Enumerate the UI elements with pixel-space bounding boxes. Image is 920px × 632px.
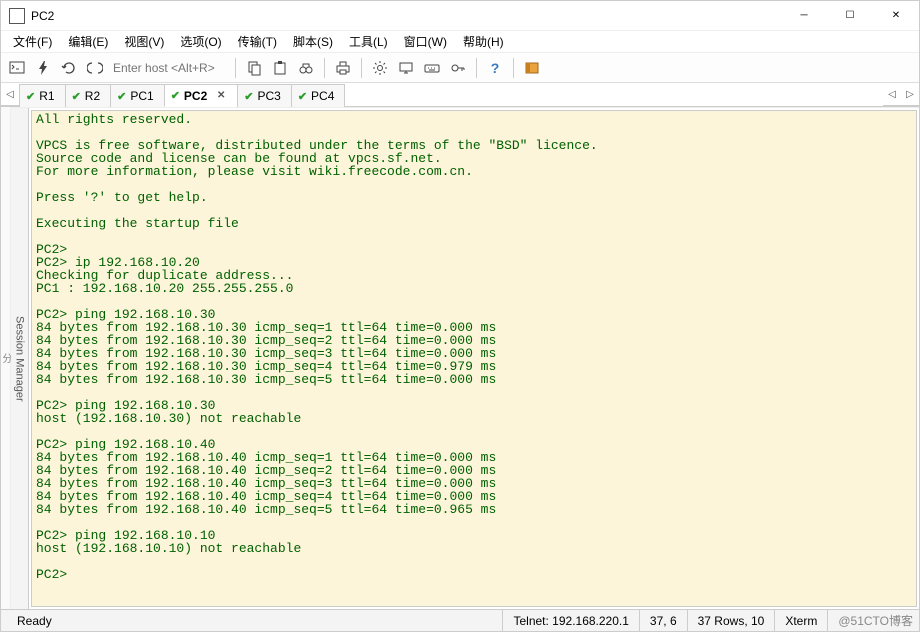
app-icon [9,8,25,24]
menu-transfer[interactable]: 传输(T) [230,31,285,52]
key-button[interactable] [446,56,470,80]
keymap-button[interactable] [420,56,444,80]
tab-close-button[interactable]: ✕ [215,90,227,102]
keyboard-icon [424,60,440,76]
find-button[interactable] [294,56,318,80]
panel-icon [524,60,540,76]
tab-scroll-left[interactable]: ◁ [1,83,19,106]
check-icon: ✔ [117,90,126,103]
tabs-row: ◁ ✔ R1 ✔ R2 ✔ PC1 ✔ PC2 ✕ ✔ PC3 ✔ PC4 ◁ … [1,83,919,107]
tab-label: PC4 [311,89,334,103]
reconnect-button[interactable] [57,56,81,80]
status-cursor: 37, 6 [640,610,688,631]
tab-label: R1 [39,89,54,103]
menu-tools[interactable]: 工具(L) [341,31,396,52]
lightning-icon [35,60,51,76]
terminal-icon [9,60,25,76]
disconnect-icon [87,60,103,76]
menu-view[interactable]: 视图(V) [116,31,172,52]
quick-connect-button[interactable] [31,56,55,80]
tabs-container: ✔ R1 ✔ R2 ✔ PC1 ✔ PC2 ✕ ✔ PC3 ✔ PC4 [19,83,883,106]
tab-label: PC2 [184,89,207,103]
statusbar: Ready Telnet: 192.168.220.1 37, 6 37 Row… [1,609,919,631]
refresh-icon [61,60,77,76]
session-options-button[interactable] [394,56,418,80]
tab-label: PC1 [130,89,153,103]
maximize-button[interactable]: ☐ [827,1,873,31]
status-mode: Xterm [775,610,828,631]
host-input[interactable] [109,58,229,78]
left-gutter: 分 [1,107,11,609]
menu-edit[interactable]: 编辑(E) [60,31,116,52]
tab-r2[interactable]: ✔ R2 [65,84,112,107]
toggle-button[interactable] [520,56,544,80]
terminal-output[interactable]: All rights reserved. VPCS is free softwa… [32,111,916,583]
menu-window[interactable]: 窗口(W) [396,31,455,52]
menu-file[interactable]: 文件(F) [5,31,60,52]
tab-label: R2 [85,89,100,103]
tab-scroll-left-2[interactable]: ◁ [883,83,901,106]
tab-pc4[interactable]: ✔ PC4 [291,84,346,107]
check-icon: ✔ [244,90,253,103]
status-ready: Ready [7,610,503,631]
tab-pc3[interactable]: ✔ PC3 [237,84,292,107]
check-icon: ✔ [26,90,35,103]
tab-scroll-right[interactable]: ▷ [901,83,919,106]
tab-r1[interactable]: ✔ R1 [19,84,66,107]
terminal-pane[interactable]: All rights reserved. VPCS is free softwa… [31,110,917,607]
close-button[interactable]: ✕ [873,1,919,31]
window-title: PC2 [31,9,54,23]
copy-button[interactable] [242,56,266,80]
check-icon: ✔ [171,89,180,102]
check-icon: ✔ [72,90,81,103]
toolbar: ? [1,53,919,83]
print-button[interactable] [331,56,355,80]
connect-button[interactable] [5,56,29,80]
gear-icon [372,60,388,76]
printer-icon [335,60,351,76]
menu-help[interactable]: 帮助(H) [455,31,512,52]
menubar: 文件(F) 编辑(E) 视图(V) 选项(O) 传输(T) 脚本(S) 工具(L… [1,31,919,53]
help-button[interactable]: ? [483,56,507,80]
paste-icon [272,60,288,76]
minimize-button[interactable]: ─ [781,1,827,31]
menu-script[interactable]: 脚本(S) [285,31,341,52]
copy-icon [246,60,262,76]
status-size: 37 Rows, 10 [688,610,776,631]
binoculars-icon [298,60,314,76]
key-icon [450,60,466,76]
properties-button[interactable] [368,56,392,80]
disconnect-button[interactable] [83,56,107,80]
check-icon: ✔ [298,90,307,103]
menu-options[interactable]: 选项(O) [172,31,229,52]
tab-pc2[interactable]: ✔ PC2 ✕ [164,84,239,107]
paste-button[interactable] [268,56,292,80]
titlebar: PC2 ─ ☐ ✕ [1,1,919,31]
tab-label: PC3 [257,89,280,103]
main-area: Session Manager All rights reserved. VPC… [11,107,919,609]
session-manager-tab[interactable]: Session Manager [11,108,29,609]
screen-icon [398,60,414,76]
status-connection: Telnet: 192.168.220.1 [503,610,639,631]
question-icon: ? [491,60,500,76]
tab-pc1[interactable]: ✔ PC1 [110,84,165,107]
watermark: @51CTO博客 [828,612,913,629]
